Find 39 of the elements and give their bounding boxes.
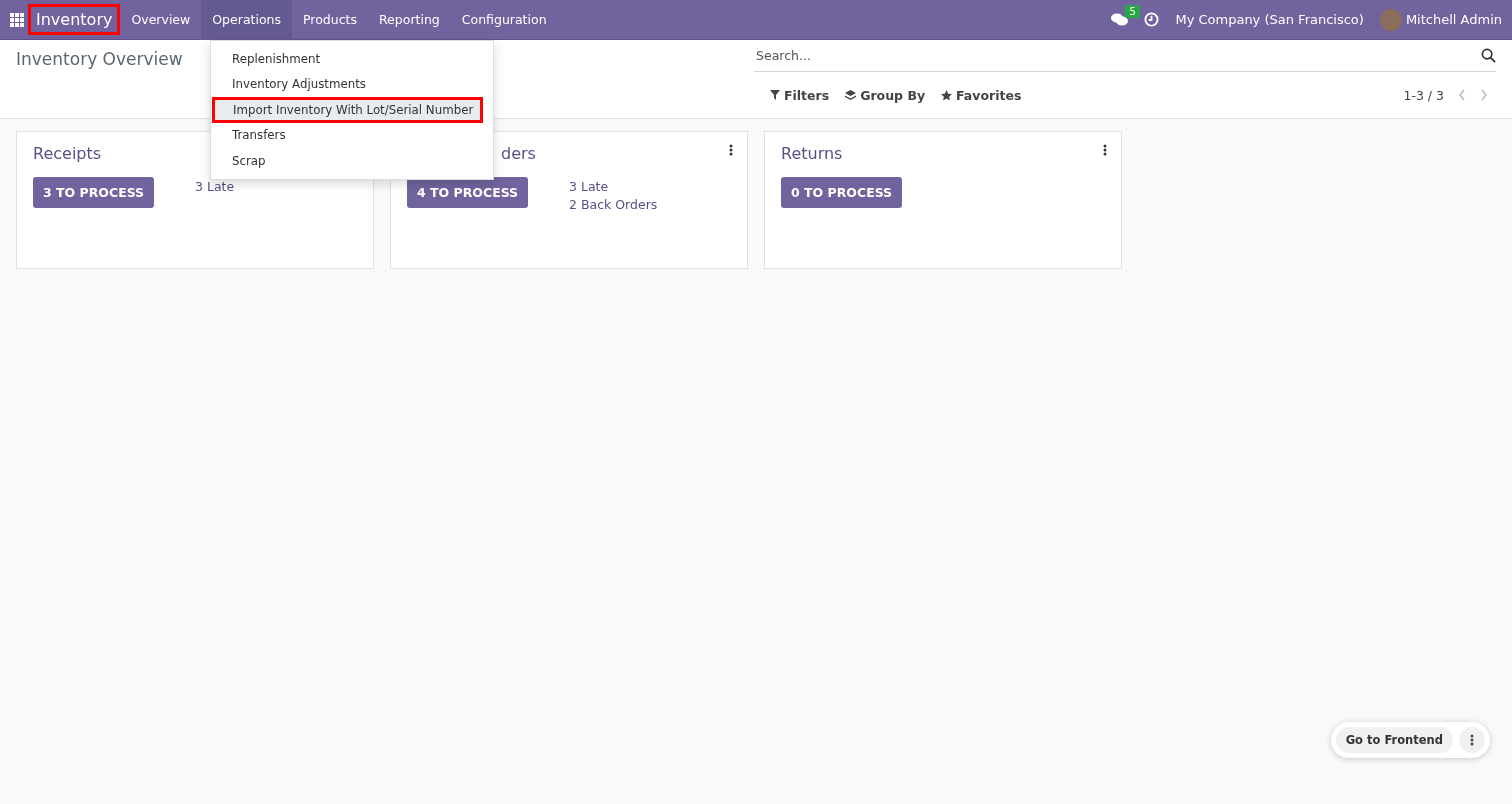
kebab-menu-icon bbox=[1470, 734, 1474, 746]
clock-icon[interactable] bbox=[1144, 12, 1160, 27]
search-icon[interactable] bbox=[1481, 48, 1496, 63]
dropdown-item[interactable]: Inventory Adjustments bbox=[211, 71, 493, 97]
user-name[interactable]: Mitchell Admin bbox=[1405, 12, 1502, 27]
menu-item[interactable]: Overview bbox=[120, 0, 202, 40]
search-option-button[interactable]: Filters bbox=[762, 87, 838, 103]
app-name[interactable]: Inventory bbox=[28, 4, 121, 35]
menu-item[interactable]: Reporting bbox=[368, 0, 451, 40]
apps-grid-icon[interactable] bbox=[10, 12, 24, 27]
card-title[interactable]: ders bbox=[501, 144, 536, 163]
company-switcher[interactable]: My Company (San Francisco) bbox=[1175, 12, 1364, 27]
card-title[interactable]: Returns bbox=[781, 144, 843, 163]
card-link[interactable]: 2 Back Orders bbox=[569, 197, 731, 212]
filter-icon bbox=[770, 90, 780, 100]
dropdown-item[interactable]: Replenishment bbox=[211, 46, 493, 72]
to-process-button[interactable]: 3 TO PROCESS bbox=[33, 177, 155, 208]
to-process-button[interactable]: 0 TO PROCESS bbox=[781, 177, 903, 208]
card-title[interactable]: Receipts bbox=[33, 144, 102, 163]
page-title: Inventory Overview bbox=[16, 49, 183, 71]
kebab-menu-icon[interactable] bbox=[729, 144, 733, 156]
message-count-badge: 5 bbox=[1125, 4, 1140, 18]
menu-item[interactable]: Configuration bbox=[450, 0, 558, 40]
dropdown-item[interactable]: Scrap bbox=[211, 148, 493, 174]
dropdown-item[interactable]: Import Inventory With Lot/Serial Number bbox=[212, 97, 483, 123]
layers-icon bbox=[845, 89, 857, 101]
dropdown-item[interactable]: Transfers bbox=[211, 122, 493, 148]
go-to-frontend-button[interactable]: Go to Frontend bbox=[1335, 727, 1453, 753]
to-process-button[interactable]: 4 TO PROCESS bbox=[407, 177, 529, 208]
search-option-button[interactable]: Group By bbox=[837, 87, 934, 103]
menu-item[interactable]: Operations bbox=[201, 0, 292, 40]
chat-icon[interactable] bbox=[1111, 12, 1129, 27]
card-link[interactable]: 3 Late bbox=[569, 179, 731, 194]
kebab-menu-icon[interactable] bbox=[1103, 144, 1107, 156]
search-option-button[interactable]: Favorites bbox=[933, 87, 1030, 103]
menu-item[interactable]: Products bbox=[292, 0, 368, 40]
pager-value: 1-3 / 3 bbox=[1403, 87, 1444, 103]
card-link[interactable]: 3 Late bbox=[195, 179, 357, 194]
star-icon bbox=[941, 89, 953, 101]
